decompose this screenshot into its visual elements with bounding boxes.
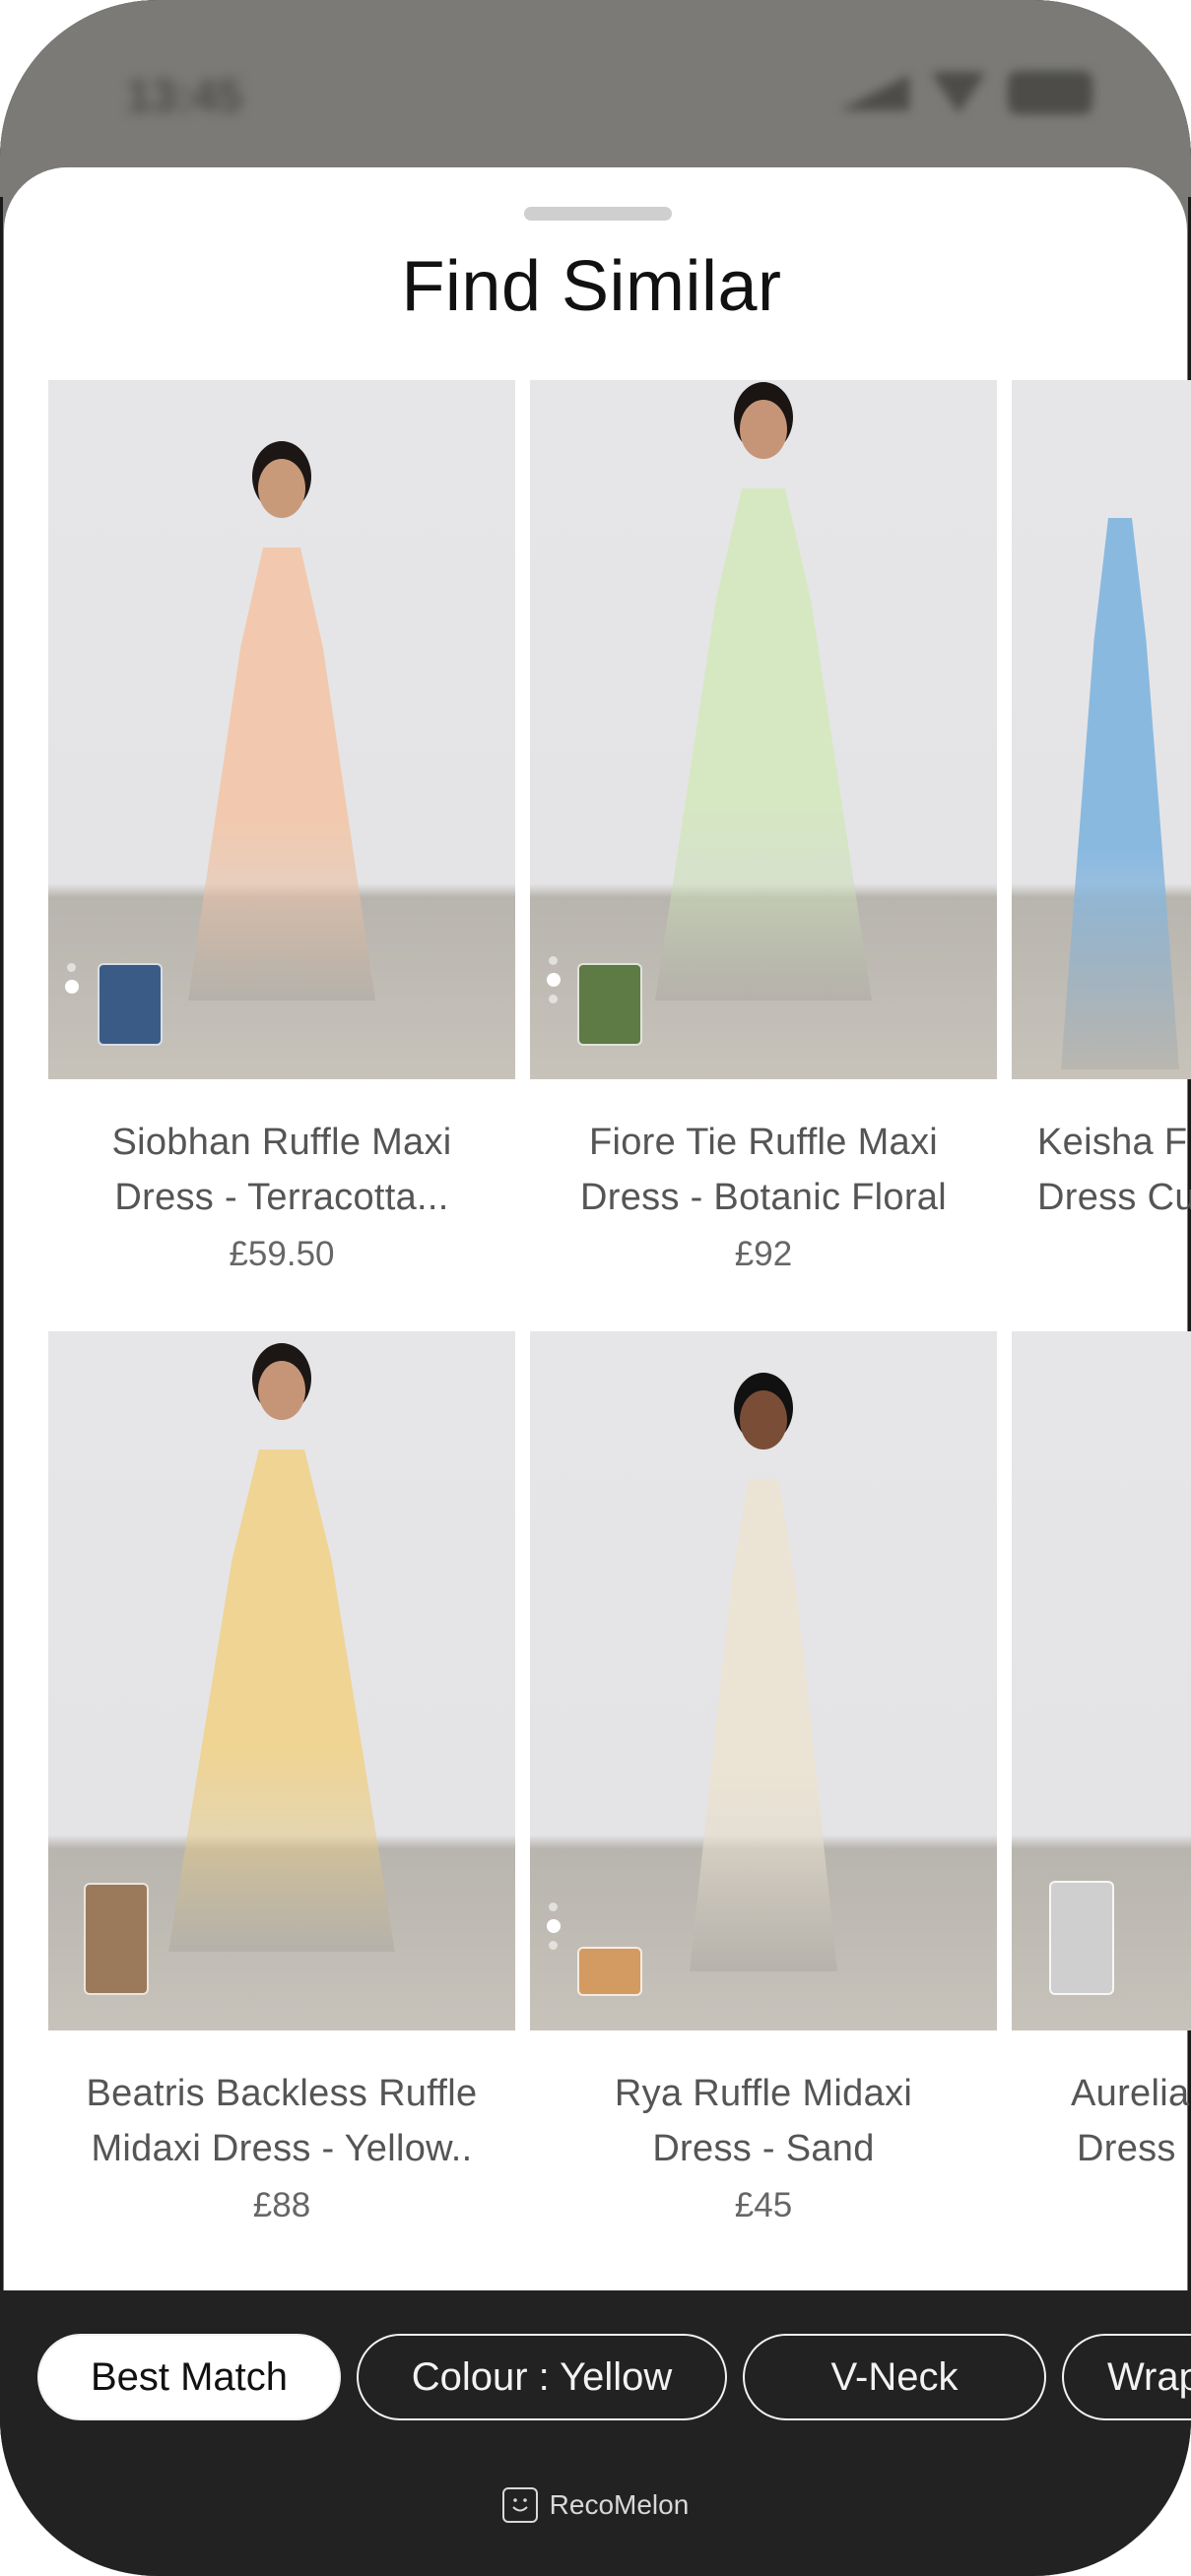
product-name[interactable]: Siobhan Ruffle Maxi Dress - Terracotta..… xyxy=(48,1115,515,1225)
image-carousel-dots[interactable] xyxy=(65,963,79,994)
dress-shape xyxy=(655,488,872,1000)
product-image[interactable] xyxy=(1012,1331,1191,2030)
product-name[interactable]: Keisha F Dress Cu xyxy=(1012,1115,1191,1225)
model-figure xyxy=(188,459,375,1010)
filter-chip-best-match[interactable]: Best Match xyxy=(37,2334,341,2420)
product-card[interactable]: Fiore Tie Ruffle Maxi Dress - Botanic Fl… xyxy=(530,380,997,1274)
product-card[interactable]: Keisha F Dress Cu xyxy=(1012,380,1191,1225)
product-thumbnail[interactable] xyxy=(84,1883,149,1995)
product-card[interactable]: Siobhan Ruffle Maxi Dress - Terracotta..… xyxy=(48,380,515,1274)
image-carousel-dots[interactable] xyxy=(547,956,561,1003)
brand-footer: RecoMelon xyxy=(0,2487,1191,2523)
product-image[interactable] xyxy=(530,1331,997,2030)
product-image[interactable] xyxy=(48,380,515,1079)
model-figure xyxy=(690,1390,837,1981)
signal-icon xyxy=(840,75,909,110)
product-card[interactable]: Beatris Backless Ruffle Midaxi Dress - Y… xyxy=(48,1331,515,2225)
model-head xyxy=(258,1361,305,1420)
product-price: £45 xyxy=(734,2186,793,2224)
sheet-grabber[interactable] xyxy=(524,207,672,221)
phone-frame: 13:45 Find Similar Siobhan Ruffle Maxi D… xyxy=(0,0,1191,2576)
recomelon-logo-icon xyxy=(501,2487,538,2523)
product-price: £92 xyxy=(734,1235,793,1273)
status-icons xyxy=(840,71,1092,114)
product-name[interactable]: Beatris Backless Ruffle Midaxi Dress - Y… xyxy=(48,2066,515,2176)
filter-chip-colour-yellow[interactable]: Colour : Yellow xyxy=(357,2334,727,2420)
image-carousel-dots[interactable] xyxy=(547,1902,561,1950)
product-image[interactable] xyxy=(48,1331,515,2030)
product-thumbnail[interactable] xyxy=(577,1947,642,1996)
model-figure xyxy=(655,400,872,1010)
model-head xyxy=(258,459,305,518)
filter-chip-v-neck[interactable]: V-Neck xyxy=(743,2334,1046,2420)
dress-shape xyxy=(188,547,375,1000)
product-thumbnail[interactable] xyxy=(1049,1881,1114,1995)
model-head xyxy=(740,1390,787,1449)
dress-shape xyxy=(168,1449,395,1952)
product-image[interactable] xyxy=(530,380,997,1079)
dress-shape xyxy=(690,1479,837,1971)
dress-shape xyxy=(1061,518,1179,1069)
filter-chip-wrap[interactable]: Wrap xyxy=(1062,2334,1191,2420)
status-time: 13:45 xyxy=(126,70,242,121)
model-figure xyxy=(168,1361,395,1971)
product-card[interactable]: Rya Ruffle Midaxi Dress - Sand £45 xyxy=(530,1331,997,2225)
product-price: £88 xyxy=(252,2186,311,2224)
filter-bar: Best Match Colour : Yellow V-Neck Wrap R… xyxy=(0,2290,1191,2576)
product-price: £59.50 xyxy=(229,1235,335,1273)
brand-name: RecoMelon xyxy=(549,2489,690,2520)
battery-icon xyxy=(1008,71,1092,114)
filter-chip-row[interactable]: Best Match Colour : Yellow V-Neck Wrap xyxy=(37,2334,1191,2420)
product-thumbnail[interactable] xyxy=(577,963,642,1046)
model-figure xyxy=(1041,518,1191,1079)
find-similar-sheet: Find Similar Siobhan Ruffle Maxi Dress -… xyxy=(4,167,1191,2576)
model-head xyxy=(740,400,787,459)
product-name[interactable]: Rya Ruffle Midaxi Dress - Sand xyxy=(530,2066,997,2176)
wifi-icon xyxy=(931,72,986,113)
product-name[interactable]: Fiore Tie Ruffle Maxi Dress - Botanic Fl… xyxy=(530,1115,997,1225)
product-image[interactable] xyxy=(1012,380,1191,1079)
sheet-title: Find Similar xyxy=(401,247,782,326)
product-name[interactable]: Aurelia Dress xyxy=(1012,2066,1191,2176)
product-thumbnail[interactable] xyxy=(98,963,163,1046)
product-card[interactable]: Aurelia Dress xyxy=(1012,1331,1191,2176)
